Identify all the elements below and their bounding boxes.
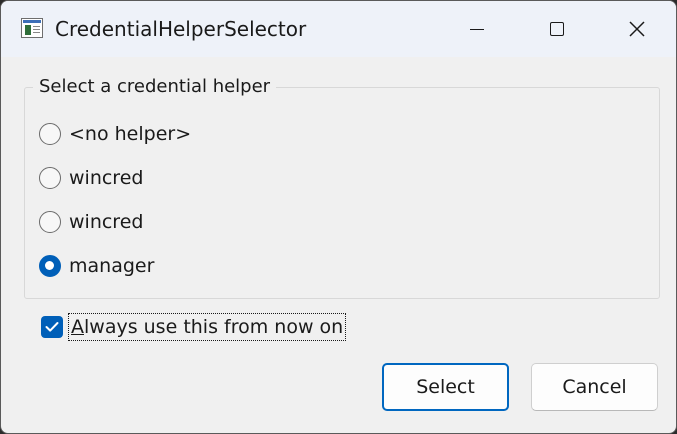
always-use-checkbox-row[interactable]: Always use this from now on xyxy=(41,313,347,341)
always-use-label[interactable]: Always use this from now on xyxy=(68,313,347,341)
always-use-label-text: lways use this from now on xyxy=(84,316,344,338)
accelerator-key: A xyxy=(71,316,84,338)
radio-option-wincred-2[interactable]: wincred xyxy=(39,209,143,235)
radio-option-no-helper[interactable]: <no helper> xyxy=(39,121,191,147)
close-button[interactable] xyxy=(597,1,676,57)
radio-label[interactable]: <no helper> xyxy=(69,123,191,145)
window-title: CredentialHelperSelector xyxy=(55,17,307,41)
select-button[interactable]: Select xyxy=(382,363,509,411)
radio-button-selected[interactable] xyxy=(39,255,61,277)
radio-button[interactable] xyxy=(39,123,61,145)
radio-button[interactable] xyxy=(39,167,61,189)
radio-label[interactable]: wincred xyxy=(69,167,143,189)
radio-option-wincred-1[interactable]: wincred xyxy=(39,165,143,191)
radio-label[interactable]: wincred xyxy=(69,211,143,233)
dialog-window: CredentialHelperSelector Select a creden… xyxy=(0,0,677,434)
minimize-button[interactable] xyxy=(437,1,517,57)
radio-option-manager[interactable]: manager xyxy=(39,253,154,279)
minimize-icon xyxy=(470,28,484,30)
cancel-button[interactable]: Cancel xyxy=(531,363,658,411)
radio-label[interactable]: manager xyxy=(69,255,154,277)
checkmark-icon xyxy=(45,322,59,332)
radio-button[interactable] xyxy=(39,211,61,233)
always-use-checkbox[interactable] xyxy=(41,316,63,338)
maximize-button[interactable] xyxy=(517,1,597,57)
application-window-icon xyxy=(21,18,43,38)
groupbox-label: Select a credential helper xyxy=(33,75,277,99)
maximize-icon xyxy=(550,22,564,36)
close-icon xyxy=(629,21,645,37)
title-bar[interactable]: CredentialHelperSelector xyxy=(1,1,676,57)
